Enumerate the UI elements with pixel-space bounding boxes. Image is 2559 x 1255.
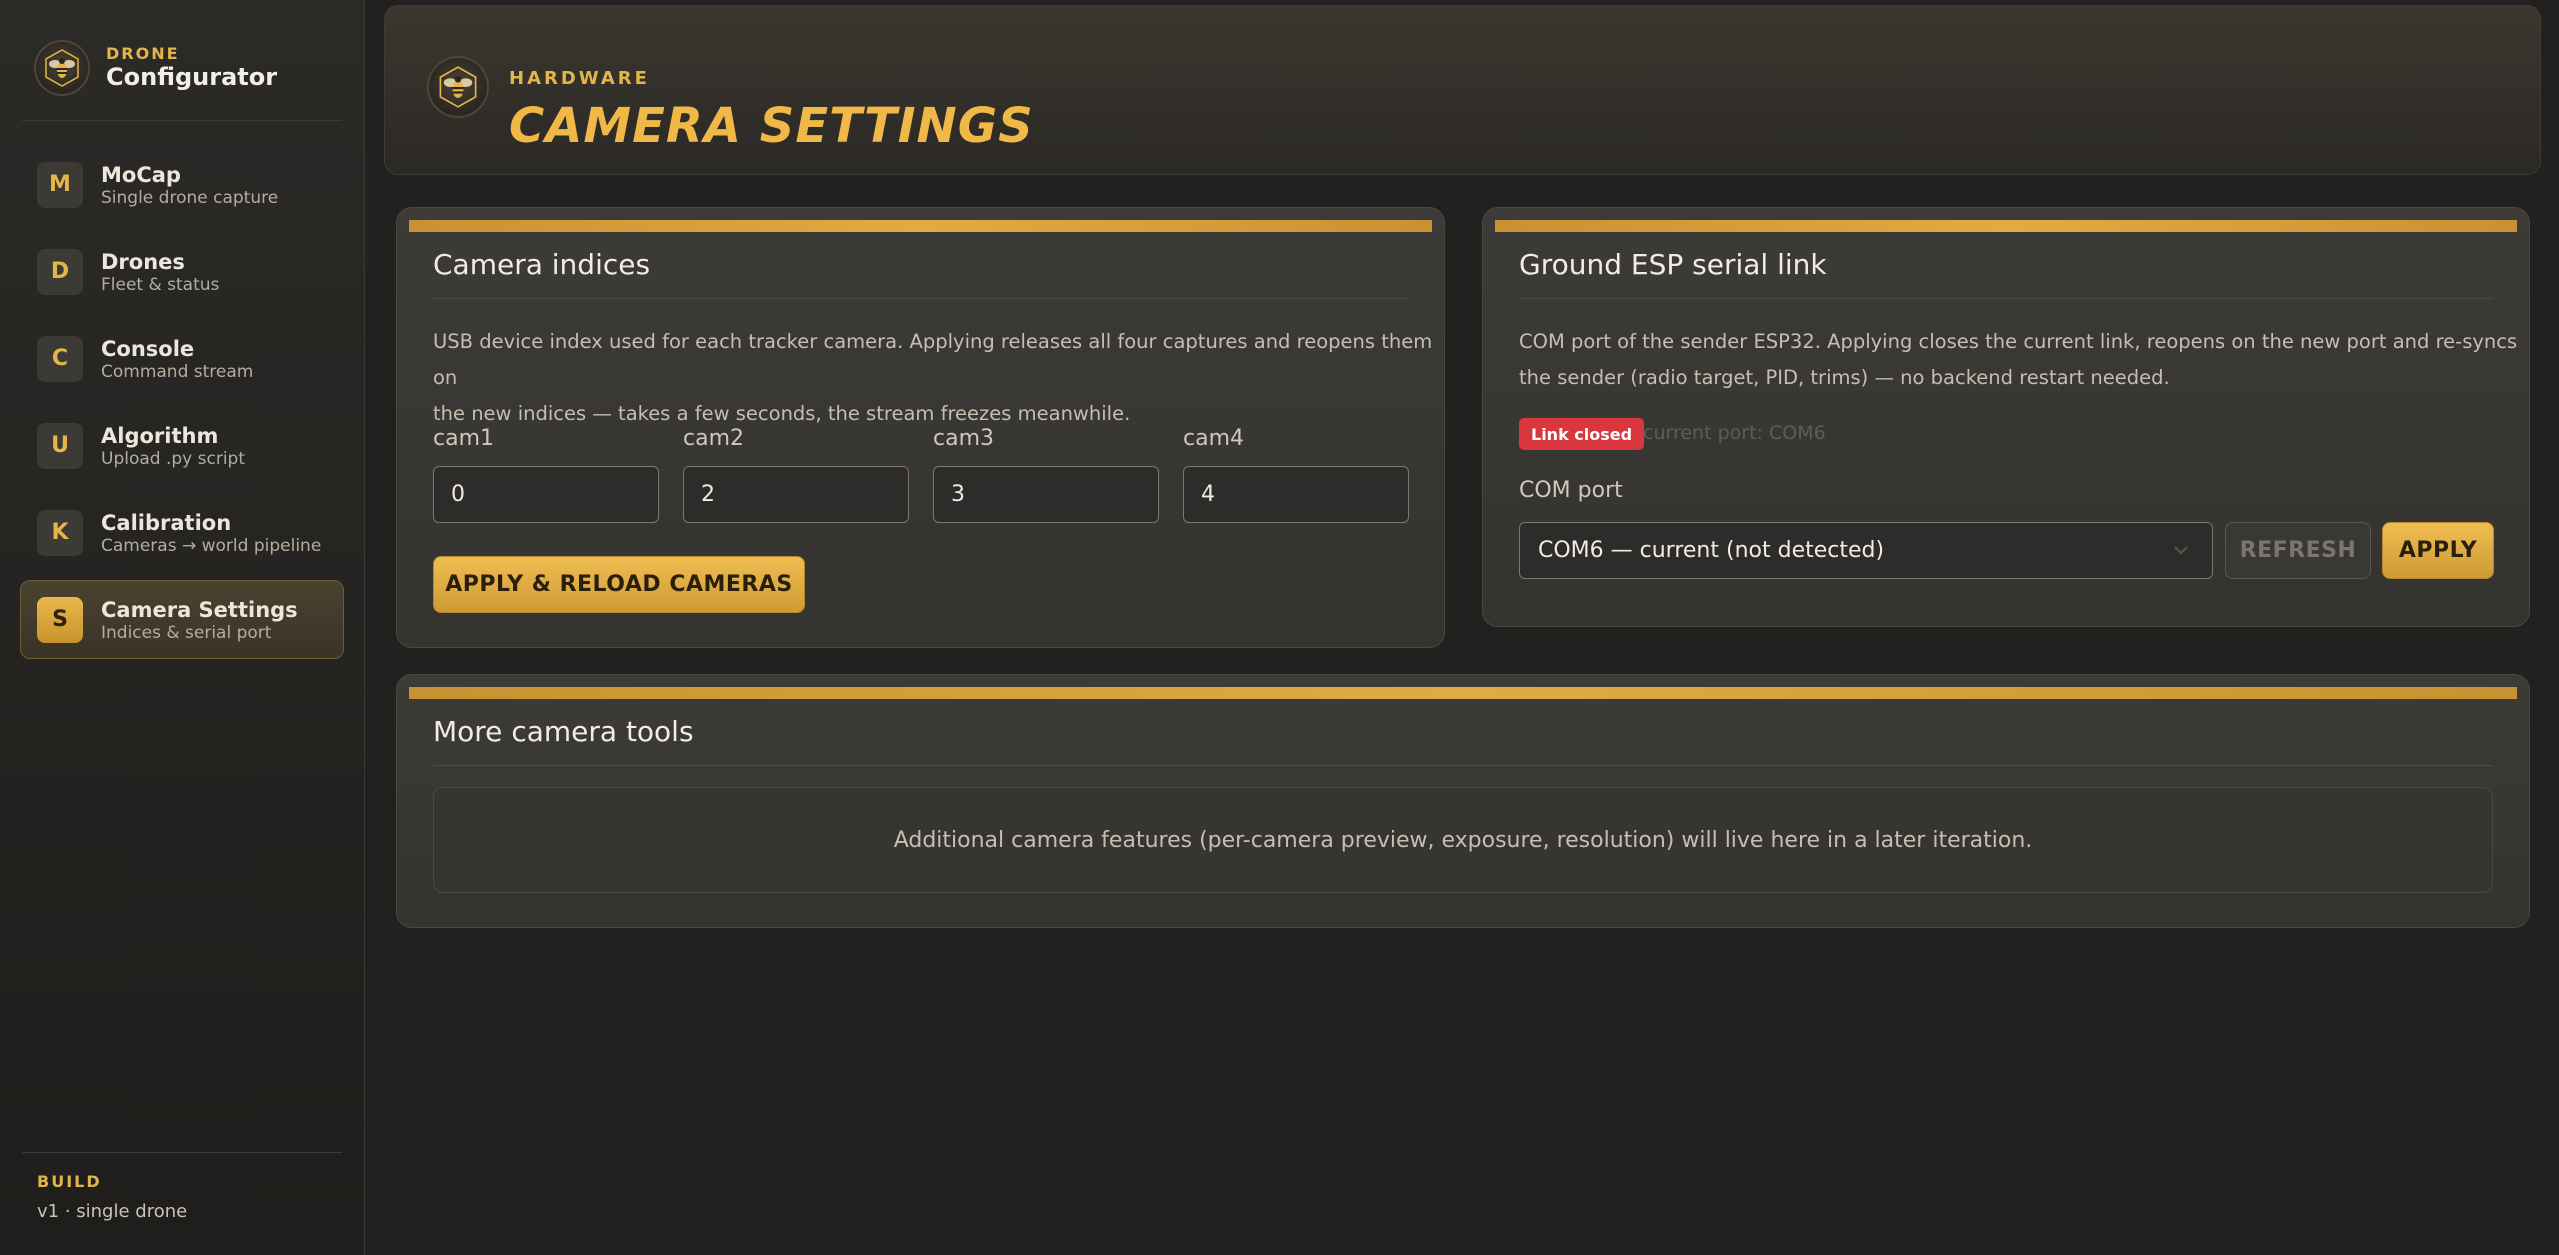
sidebar-item-sublabel: Fleet & status	[101, 274, 220, 295]
apply-serial-button[interactable]: APPLY	[2382, 522, 2494, 579]
card-divider	[433, 298, 1408, 299]
sidebar-item-sublabel: Single drone capture	[101, 187, 279, 208]
nav-badge-icon: M	[37, 161, 83, 208]
nav-badge-icon: C	[37, 335, 83, 382]
card-title: Camera indices	[433, 248, 651, 281]
cam3-input[interactable]: 3	[933, 466, 1159, 523]
camera-indices-card: Camera indices USB device index used for…	[396, 207, 1445, 648]
nav-badge-icon: D	[37, 248, 83, 295]
page-header: HARDWARE CAMERA SETTINGS	[384, 5, 2541, 175]
description-line: COM port of the sender ESP32. Applying c…	[1519, 330, 2518, 353]
cam3-field: cam3 3	[933, 426, 1159, 523]
cam2-field: cam2 2	[683, 426, 909, 523]
camera-tools-card: More camera tools Additional camera feat…	[396, 674, 2530, 928]
card-description: COM port of the sender ESP32. Applying c…	[1519, 324, 2517, 396]
card-accent-stripe	[409, 687, 2517, 699]
brand-title: Configurator	[106, 63, 278, 91]
nav-badge-icon: K	[37, 509, 83, 556]
sidebar-item-sublabel: Upload .py script	[101, 448, 246, 469]
build-value: v1 · single drone	[37, 1201, 188, 1222]
cam4-label: cam4	[1183, 426, 1245, 451]
card-divider	[1519, 298, 2493, 299]
com-port-label: COM port	[1519, 478, 1623, 503]
card-accent-stripe	[409, 220, 1432, 232]
sidebar-item-label: Algorithm	[101, 423, 219, 448]
chevron-down-icon	[2174, 546, 2188, 555]
card-accent-stripe	[1495, 220, 2517, 232]
placeholder-message: Additional camera features (per-camera p…	[433, 787, 2493, 893]
bee-icon	[427, 56, 489, 118]
description-line: the sender (radio target, PID, trims) — …	[1519, 366, 2170, 389]
sidebar-item-label: Camera Settings	[101, 597, 298, 622]
cam1-input[interactable]: 0	[433, 466, 659, 523]
sidebar-item-console[interactable]: C Console Command stream	[20, 319, 344, 398]
app-root: DRONE Configurator M MoCap Single drone …	[0, 0, 2559, 1255]
cam1-label: cam1	[433, 426, 495, 451]
sidebar-item-mocap[interactable]: M MoCap Single drone capture	[20, 145, 344, 224]
sidebar: DRONE Configurator M MoCap Single drone …	[0, 0, 365, 1255]
cam2-input[interactable]: 2	[683, 466, 909, 523]
sidebar-divider	[22, 120, 342, 121]
com-port-select[interactable]: COM6 — current (not detected)	[1519, 522, 2213, 579]
sidebar-item-drones[interactable]: D Drones Fleet & status	[20, 232, 344, 311]
sidebar-item-sublabel: Command stream	[101, 361, 254, 382]
sidebar-nav: M MoCap Single drone capture D Drones Fl…	[20, 145, 344, 667]
cam2-label: cam2	[683, 426, 745, 451]
sidebar-item-sublabel: Cameras → world pipeline	[101, 535, 322, 556]
sidebar-item-label: Drones	[101, 249, 185, 274]
nav-badge-icon: U	[37, 422, 83, 469]
sidebar-item-label: Calibration	[101, 510, 232, 535]
bee-icon	[34, 40, 90, 96]
card-title: More camera tools	[433, 715, 694, 748]
card-title: Ground ESP serial link	[1519, 248, 1827, 281]
build-divider	[22, 1152, 342, 1153]
nav-badge-icon: S	[37, 596, 83, 643]
sidebar-item-sublabel: Indices & serial port	[101, 622, 272, 643]
card-divider	[433, 765, 2493, 766]
header-kicker: HARDWARE	[509, 68, 650, 89]
description-line: USB device index used for each tracker c…	[433, 330, 1433, 389]
brand-kicker: DRONE	[106, 44, 180, 63]
refresh-button[interactable]: REFRESH	[2225, 522, 2371, 579]
card-description: USB device index used for each tracker c…	[433, 324, 1444, 432]
build-label: BUILD	[37, 1172, 102, 1191]
apply-reload-cameras-button[interactable]: APPLY & RELOAD CAMERAS	[433, 556, 805, 613]
brand: DRONE Configurator	[34, 40, 277, 96]
sidebar-item-algorithm[interactable]: U Algorithm Upload .py script	[20, 406, 344, 485]
com-port-selected-value: COM6 — current (not detected)	[1538, 538, 1885, 563]
cam4-field: cam4 4	[1183, 426, 1409, 523]
sidebar-item-calibration[interactable]: K Calibration Cameras → world pipeline	[20, 493, 344, 572]
page-title: CAMERA SETTINGS	[509, 98, 1034, 154]
sidebar-item-label: Console	[101, 336, 195, 361]
serial-link-card: Ground ESP serial link COM port of the s…	[1482, 207, 2530, 627]
cam3-label: cam3	[933, 426, 995, 451]
cam4-input[interactable]: 4	[1183, 466, 1409, 523]
status-badge: Link closed	[1519, 418, 1645, 450]
sidebar-item-camera-settings[interactable]: S Camera Settings Indices & serial port	[20, 580, 344, 659]
build-info: BUILD v1 · single drone	[37, 1172, 187, 1222]
current-port-text: current port: COM6	[1643, 422, 1826, 444]
sidebar-item-label: MoCap	[101, 162, 181, 187]
cam1-field: cam1 0	[433, 426, 659, 523]
